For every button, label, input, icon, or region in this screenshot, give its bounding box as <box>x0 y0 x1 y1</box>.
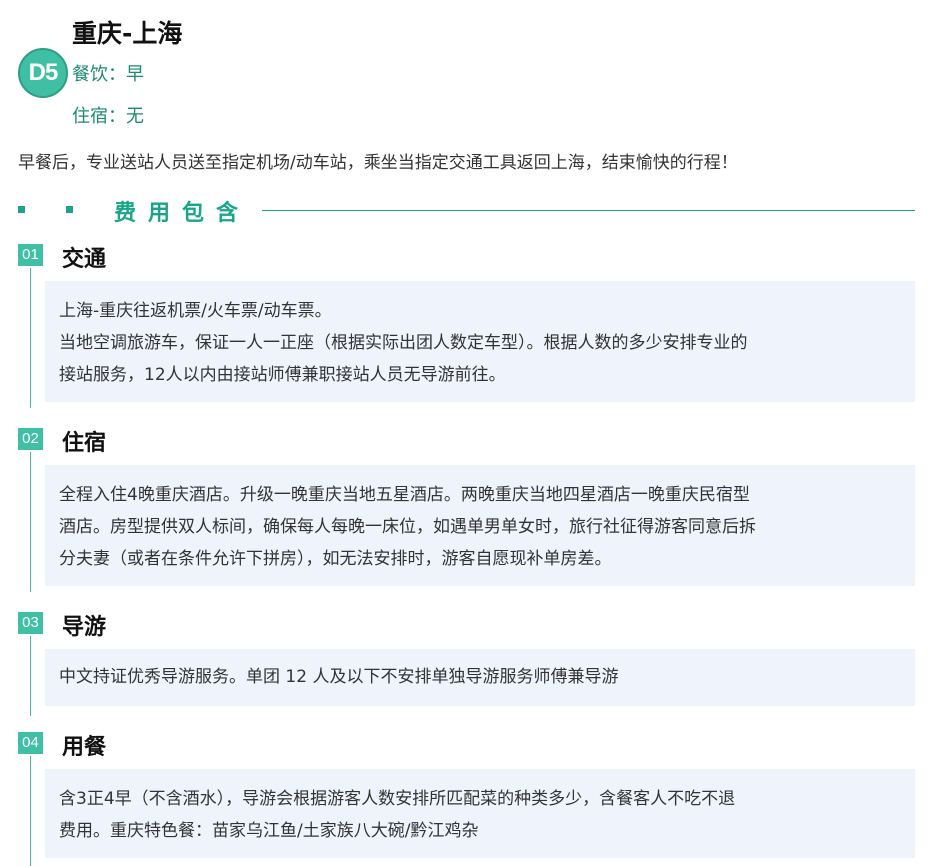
section-hotel-content: 全程入住4晚重庆酒店。升级一晚重庆当地五星酒店。两晚重庆当地四星酒店一晚重庆民宿… <box>45 465 915 586</box>
content-line: 费用。重庆特色餐：苗家乌江鱼/土家族八大碗/黔江鸡杂 <box>59 821 479 841</box>
content-line: 中文持证优秀导游服务。单团 12 人及以下不安排单独导游服务师傅兼导游 <box>59 667 619 687</box>
timeline-line <box>30 636 31 716</box>
day-stay: 住宿：无 <box>72 106 144 127</box>
timeline-line <box>30 756 31 866</box>
section-guide-head: 03 导游 <box>18 609 318 640</box>
section-title: 导游 <box>62 615 107 640</box>
section-number: 04 <box>18 732 43 754</box>
section-number: 02 <box>18 428 43 450</box>
divider <box>262 210 915 211</box>
fee-title: 费用包含 <box>114 201 251 226</box>
content-line: 上海-重庆往返机票/火车票/动车票。 <box>59 301 332 321</box>
timeline-line <box>30 268 31 408</box>
day-description: 早餐后，专业送站人员送至指定机场/动车站，乘坐当指定交通工具返回上海，结束愉快的… <box>18 153 738 173</box>
section-title: 住宿 <box>62 431 107 456</box>
content-line: 酒店。房型提供双人标间，确保每人每晚一床位，如遇单男单女时，旅行社征得游客同意后… <box>59 517 756 537</box>
square-bullet-icon <box>18 206 25 213</box>
content-line: 含3正4早（不含酒水），导游会根据游客人数安排所匹配菜的种类多少，含餐客人不吃不… <box>59 789 736 809</box>
day-title: 重庆-上海 <box>72 19 183 48</box>
section-number: 01 <box>18 244 43 266</box>
content-line: 接站服务，12人以内由接站师傅兼职接站人员无导游前往。 <box>59 365 506 385</box>
day-badge: D5 <box>18 48 68 98</box>
section-guide-content: 中文持证优秀导游服务。单团 12 人及以下不安排单独导游服务师傅兼导游 <box>45 649 915 706</box>
section-meal-content: 含3正4早（不含酒水），导游会根据游客人数安排所匹配菜的种类多少，含餐客人不吃不… <box>45 769 915 858</box>
section-title: 交通 <box>62 247 107 272</box>
section-title: 用餐 <box>62 735 107 760</box>
section-number: 03 <box>18 612 43 634</box>
content-line: 当地空调旅游车，保证一人一正座（根据实际出团人数定车型）。根据人数的多少安排专业… <box>59 333 748 353</box>
content-line: 分夫妻（或者在条件允许下拼房），如无法安排时，游客自愿现补单房差。 <box>59 549 612 569</box>
day-header: D5 重庆-上海 餐饮：早 住宿：无 <box>18 8 918 133</box>
timeline-line <box>30 452 31 592</box>
section-transport-content: 上海-重庆往返机票/火车票/动车票。 当地空调旅游车，保证一人一正座（根据实际出… <box>45 281 915 402</box>
content-line: 全程入住4晚重庆酒店。升级一晚重庆当地五星酒店。两晚重庆当地四星酒店一晚重庆民宿… <box>59 485 750 505</box>
section-meal-head: 04 用餐 <box>18 729 318 760</box>
section-transport-head: 01 交通 <box>18 241 318 272</box>
day-meal: 餐饮：早 <box>72 64 144 85</box>
fee-header: 费用包含 <box>18 195 915 226</box>
section-hotel-head: 02 住宿 <box>18 425 318 456</box>
square-bullet-icon <box>66 206 73 213</box>
